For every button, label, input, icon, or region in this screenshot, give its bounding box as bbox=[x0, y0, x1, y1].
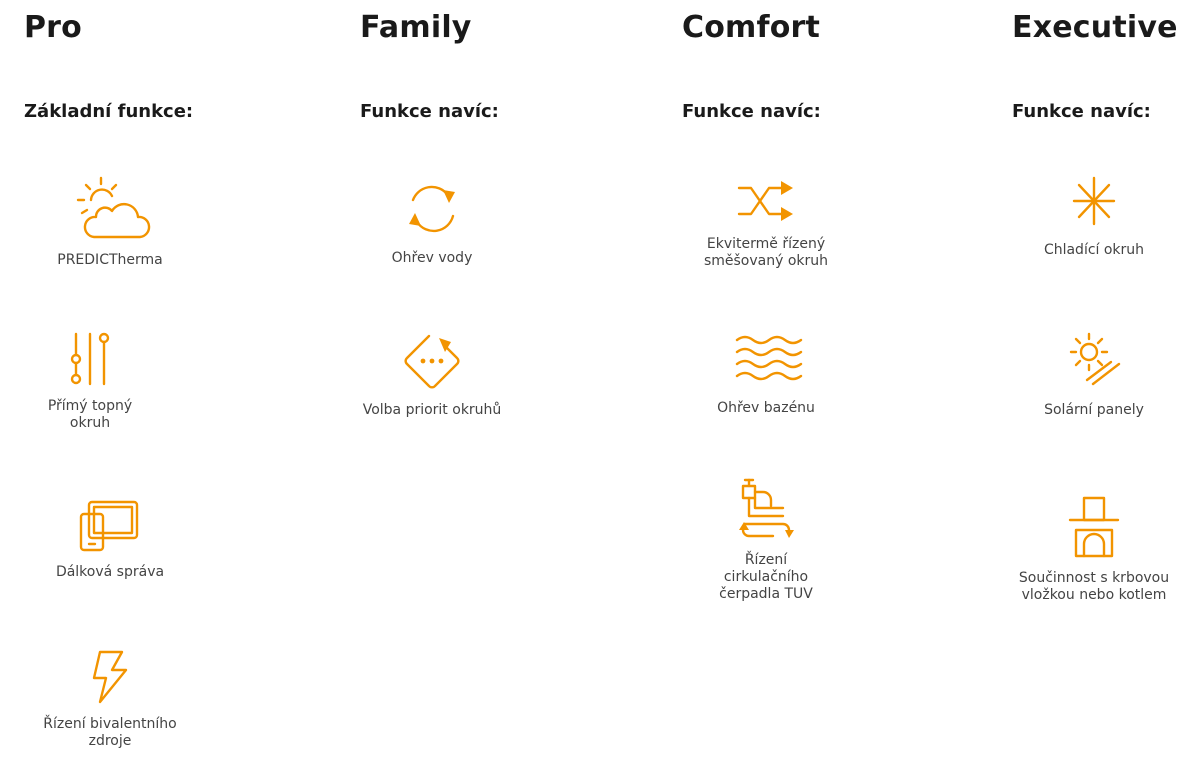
feature-label: Součinnost s krbovou vložkou nebo kotlem bbox=[1018, 570, 1170, 603]
feature-label: Dálková správa bbox=[55, 564, 165, 580]
shuffle-icon bbox=[737, 181, 793, 221]
feature-bivalent-source: Řízení bivalentního zdroje bbox=[20, 648, 200, 750]
lightning-icon bbox=[92, 650, 128, 704]
feature-remote-management: Dálková správa bbox=[20, 496, 200, 581]
feature-predictherma: PREDICTherma bbox=[20, 176, 200, 269]
feature-label: Řízení cirkulačního čerpadla TUV bbox=[719, 552, 813, 602]
solar-panel-icon bbox=[1069, 332, 1121, 386]
feature-solar-panels: Solární panely bbox=[1004, 330, 1180, 419]
column-family: Family Funkce navíc: Ohřev vody Volba pr… bbox=[360, 0, 560, 759]
column-pro: Pro Základní funkce: PREDICTherma Přímý … bbox=[24, 0, 224, 759]
feature-circuit-priority: Volba priorit okruhů bbox=[342, 330, 522, 419]
column-title: Executive bbox=[1012, 10, 1178, 45]
circulation-pump-icon bbox=[739, 478, 794, 538]
sliders-icon bbox=[70, 332, 110, 386]
feature-label: Solární panely bbox=[1044, 402, 1144, 418]
feature-fireplace-boiler: Součinnost s krbovou vložkou nebo kotlem bbox=[1004, 492, 1180, 604]
column-subtitle: Základní funkce: bbox=[24, 101, 194, 122]
feature-label: PREDICTherma bbox=[57, 252, 163, 268]
feature-label: Chladící okruh bbox=[1043, 242, 1145, 258]
devices-icon bbox=[79, 500, 139, 552]
column-subtitle: Funkce navíc: bbox=[682, 101, 821, 122]
column-title: Pro bbox=[24, 10, 82, 45]
feature-cooling-circuit: Chladící okruh bbox=[1004, 172, 1180, 259]
sun-cloud-icon bbox=[76, 176, 151, 239]
feature-label: Volba priorit okruhů bbox=[362, 402, 502, 418]
column-comfort: Comfort Funkce navíc: Ekvitermě řízený s… bbox=[682, 0, 882, 759]
feature-label: Ohřev bazénu bbox=[717, 400, 815, 416]
feature-label: Ohřev vody bbox=[391, 250, 473, 266]
feature-dhw-circulation-pump: Řízení cirkulačního čerpadla TUV bbox=[676, 476, 856, 603]
feature-label: Ekvitermě řízený směšovaný okruh bbox=[703, 236, 829, 269]
column-title: Comfort bbox=[682, 10, 821, 45]
column-subtitle: Funkce navíc: bbox=[1012, 101, 1151, 122]
snowflake-icon bbox=[1072, 176, 1116, 226]
priority-diamond-icon bbox=[404, 334, 460, 389]
column-title: Family bbox=[360, 10, 472, 45]
circular-arrows-icon bbox=[409, 185, 455, 233]
feature-direct-heating-circuit: Přímý topný okruh bbox=[0, 330, 180, 432]
fireplace-icon bbox=[1068, 496, 1120, 558]
feature-equithermal-mixed-circuit: Ekvitermě řízený směšovaný okruh bbox=[676, 176, 856, 270]
feature-label: Přímý topný okruh bbox=[47, 398, 133, 431]
waves-icon bbox=[735, 335, 803, 381]
feature-label: Řízení bivalentního zdroje bbox=[43, 716, 177, 749]
column-executive: Executive Funkce navíc: Chladící okruh S… bbox=[1012, 0, 1180, 759]
feature-water-heating: Ohřev vody bbox=[342, 178, 522, 267]
feature-pool-heating: Ohřev bazénu bbox=[676, 332, 856, 417]
column-subtitle: Funkce navíc: bbox=[360, 101, 499, 122]
